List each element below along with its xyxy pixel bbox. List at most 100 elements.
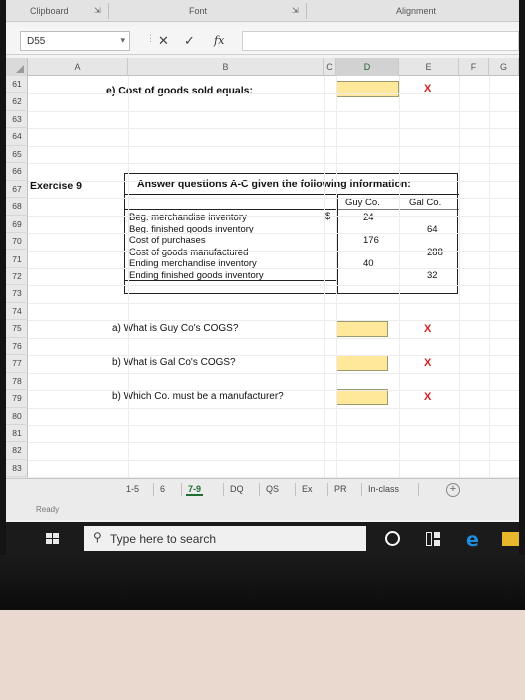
- formula-input[interactable]: [242, 31, 519, 51]
- name-box-value: D55: [27, 36, 46, 47]
- row-gridline: [28, 459, 519, 461]
- sheet-tab[interactable]: DQ: [228, 484, 246, 494]
- row-header[interactable]: 69: [6, 216, 28, 234]
- select-all-corner[interactable]: [6, 58, 28, 76]
- add-sheet-icon[interactable]: +: [446, 483, 460, 497]
- row-gridline: [28, 355, 519, 357]
- sheet-tab[interactable]: PR: [332, 484, 349, 494]
- row-header[interactable]: 67: [6, 181, 28, 199]
- windows-taskbar: ⚲ Type here to search e: [6, 522, 519, 555]
- chevron-down-icon[interactable]: ▾: [120, 35, 125, 46]
- edge-browser-icon[interactable]: e: [466, 529, 479, 551]
- row-header[interactable]: 79: [6, 390, 28, 408]
- row-gridline: [28, 442, 519, 444]
- column-header-c[interactable]: C: [324, 58, 336, 76]
- sheet-tab[interactable]: In-class: [366, 484, 401, 494]
- row-gridline: [28, 285, 519, 287]
- column-header-f[interactable]: F: [459, 58, 489, 76]
- file-explorer-icon[interactable]: [502, 532, 519, 546]
- search-icon: ⚲: [93, 530, 102, 544]
- column-gridline: [489, 76, 490, 478]
- font-launcher-icon[interactable]: ⇲: [292, 6, 299, 15]
- row-gridline: [28, 128, 519, 130]
- row-gridline: [28, 425, 519, 426]
- insert-function-icon[interactable]: fx: [214, 34, 224, 47]
- row-gridline: [28, 110, 519, 112]
- sheet-tab[interactable]: Ex: [300, 484, 315, 494]
- column-header-a[interactable]: A: [28, 58, 128, 76]
- question-label: a) What is Guy Co's COGS?: [112, 323, 239, 334]
- clipboard-launcher-icon[interactable]: ⇲: [94, 6, 101, 15]
- row-header[interactable]: 77: [6, 355, 28, 373]
- column-header-d[interactable]: D: [336, 58, 399, 76]
- question-label: b) What is Gal Co's COGS?: [112, 357, 236, 368]
- sheet-tab[interactable]: 1-5: [124, 484, 141, 494]
- row-header[interactable]: 64: [6, 128, 28, 146]
- table-cell-gal: 288: [427, 246, 443, 258]
- ribbon-group-labels: Clipboard ⇲ Font ⇲ Alignment: [6, 0, 519, 22]
- row-gridline: [28, 145, 519, 147]
- laptop-bezel: Clipboard ⇲ Font ⇲ Alignment D55 ▾ ⋮ ✕ ✓…: [0, 0, 525, 610]
- column-header-e[interactable]: E: [399, 58, 459, 76]
- column-header-g[interactable]: G: [489, 58, 519, 76]
- tab-separator: [327, 483, 328, 496]
- tab-separator: [223, 483, 224, 496]
- row-header[interactable]: 61: [6, 76, 28, 94]
- row-header[interactable]: 83: [6, 460, 28, 478]
- task-view-icon[interactable]: [426, 532, 440, 546]
- row-header[interactable]: 73: [6, 285, 28, 303]
- table-row-label: Cost of purchases: [129, 235, 206, 247]
- cortana-icon[interactable]: [385, 531, 400, 546]
- row-gridline: [28, 390, 519, 392]
- row-gridline: [28, 93, 519, 95]
- table-row-label: Ending finished goods inventory: [129, 270, 264, 281]
- answer-input-cell[interactable]: [336, 355, 388, 371]
- row-header[interactable]: 62: [6, 93, 28, 111]
- column-gridline: [128, 76, 129, 478]
- name-box[interactable]: D55 ▾: [20, 31, 130, 51]
- sheet-tab[interactable]: 7-9: [186, 484, 204, 496]
- answer-input-cell[interactable]: [336, 389, 388, 405]
- column-headers: A B C D E F G: [6, 58, 519, 76]
- row-gridline: [28, 372, 519, 374]
- screen: Clipboard ⇲ Font ⇲ Alignment D55 ▾ ⋮ ✕ ✓…: [6, 0, 519, 555]
- column-gridline: [324, 76, 325, 478]
- tab-separator: [418, 483, 419, 496]
- row-header[interactable]: 70: [6, 233, 28, 251]
- windows-start-icon[interactable]: [46, 533, 60, 545]
- ribbon-font-label: Font: [189, 6, 208, 16]
- row-header[interactable]: 63: [6, 111, 28, 129]
- row-gridline: [28, 163, 519, 165]
- column-header-b[interactable]: B: [128, 58, 324, 76]
- sheet-tab[interactable]: QS: [264, 484, 281, 494]
- row-header[interactable]: 68: [6, 198, 28, 216]
- row-header[interactable]: 75: [6, 320, 28, 338]
- worksheet-grid[interactable]: 61 62 63 64 65 66 67 68 69 70 71 72 73 74 75 76 77 78 79 80…: [6, 76, 519, 479]
- answer-mark: X: [424, 391, 432, 403]
- row-header[interactable]: 66: [6, 163, 28, 181]
- answer-input-cell[interactable]: [336, 321, 388, 337]
- enter-check-icon[interactable]: ✓: [184, 33, 195, 49]
- row-gridline: [28, 302, 519, 304]
- row-gridline: [28, 215, 519, 217]
- row-header[interactable]: 74: [6, 303, 28, 321]
- row-header[interactable]: 71: [6, 251, 28, 268]
- ribbon-clipboard-label: Clipboard: [30, 6, 69, 16]
- answer-mark: X: [424, 357, 432, 369]
- question-label: b) Which Co. must be a manufacturer?: [112, 391, 284, 402]
- taskbar-search-box[interactable]: ⚲ Type here to search: [84, 526, 366, 551]
- row-header[interactable]: 72: [6, 268, 28, 286]
- tab-separator: [181, 483, 182, 496]
- ribbon-alignment-label: Alignment: [396, 6, 437, 16]
- cancel-x-icon[interactable]: ✕: [158, 33, 169, 49]
- row-header[interactable]: 76: [6, 338, 28, 356]
- sheet-tab[interactable]: 6: [158, 484, 167, 494]
- row-header[interactable]: 65: [6, 146, 28, 164]
- question-e-answer-cell[interactable]: [336, 81, 399, 97]
- table-row-label: Cost of goods manufactured: [129, 246, 249, 258]
- row-header[interactable]: 82: [6, 442, 28, 460]
- row-header[interactable]: 80: [6, 408, 28, 425]
- row-header[interactable]: 78: [6, 373, 28, 391]
- row-header[interactable]: 81: [6, 425, 28, 443]
- column-gridline: [459, 76, 460, 478]
